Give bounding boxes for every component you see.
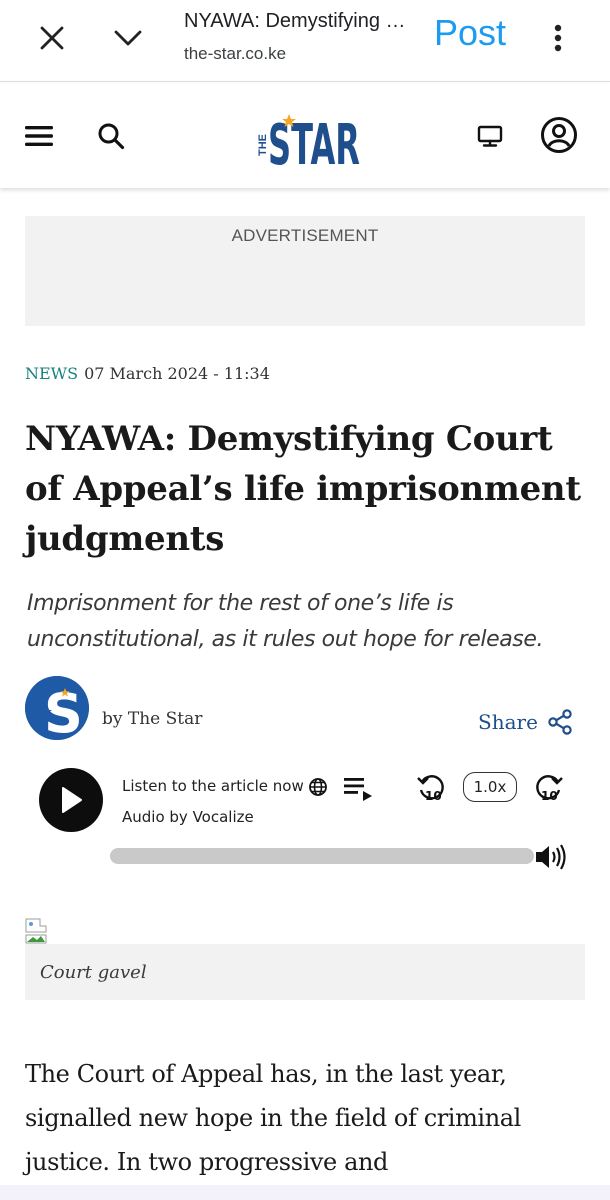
listen-label: Listen to the article now (122, 777, 304, 795)
image-caption: Court gavel (40, 962, 147, 983)
account-icon[interactable] (538, 114, 580, 156)
forward-10-icon[interactable]: 10 (532, 772, 564, 804)
site-header: THE STAR (0, 84, 610, 188)
globe-icon[interactable] (308, 777, 328, 797)
play-button[interactable] (39, 768, 103, 832)
browser-toolbar: NYAWA: Demystifying Court of Appeal’s li… (0, 0, 610, 82)
more-vert-icon[interactable] (540, 18, 576, 58)
image-caption-box: Court gavel (25, 944, 585, 1000)
search-icon[interactable] (92, 116, 130, 156)
rewind-10-icon[interactable]: 10 (416, 772, 448, 804)
share-button[interactable]: Share (478, 706, 582, 738)
svg-text:10: 10 (425, 789, 442, 803)
svg-text:THE: THE (36, 709, 53, 718)
close-icon[interactable] (28, 20, 76, 56)
bottom-edge (0, 1185, 610, 1200)
article-date: 07 March 2024 - 11:34 (84, 364, 270, 383)
article-meta: NEWS 07 March 2024 - 11:34 (25, 364, 270, 383)
byline[interactable]: by The Star (102, 709, 202, 729)
advertisement-label: ADVERTISEMENT (231, 226, 379, 245)
audio-progress-bar[interactable] (110, 848, 534, 864)
audio-provider: Audio by Vocalize (122, 808, 254, 826)
svg-text:10: 10 (541, 789, 558, 803)
advertisement-slot: ADVERTISEMENT (25, 216, 585, 326)
article-standfirst: Imprisonment for the rest of one’s life … (27, 591, 544, 652)
volume-icon[interactable] (534, 842, 568, 872)
tv-icon[interactable] (470, 118, 510, 154)
play-icon (62, 787, 82, 813)
playlist-icon[interactable] (342, 774, 374, 802)
svg-text:STAR: STAR (268, 113, 360, 170)
playback-speed-button[interactable]: 1.0x (463, 772, 517, 802)
menu-icon[interactable] (20, 118, 58, 154)
post-button[interactable]: Post (434, 12, 506, 54)
site-logo[interactable]: THE STAR (250, 104, 362, 170)
category-link[interactable]: NEWS (25, 364, 78, 383)
share-label: Share (478, 710, 538, 734)
broken-image-icon (25, 918, 51, 944)
share-icon (548, 709, 572, 735)
page-title: NYAWA: Demystifying Court of Appeal’s li… (184, 10, 416, 32)
article-body: The Court of Appeal has, in the last yea… (25, 1060, 521, 1176)
page-url: the-star.co.ke (184, 44, 287, 63)
chevron-down-icon[interactable] (104, 20, 152, 56)
avatar[interactable]: S THE (25, 676, 89, 740)
article-headline: NYAWA: Demystifying Court of Appeal’s li… (25, 419, 581, 559)
